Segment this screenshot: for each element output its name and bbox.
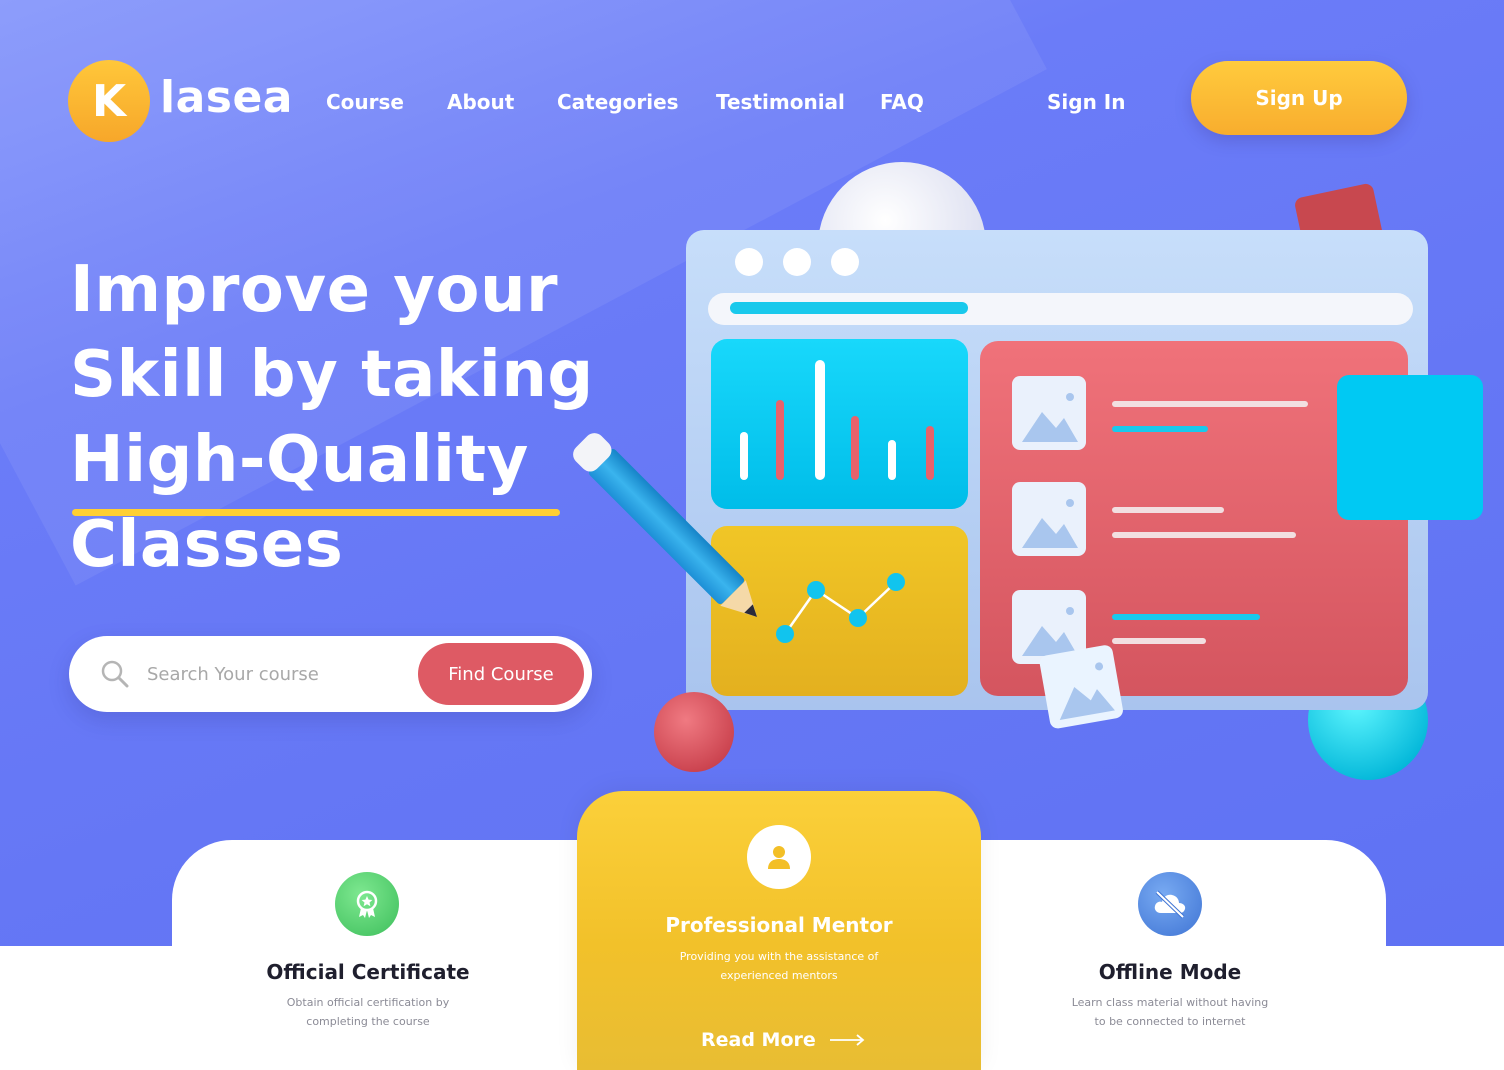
feature-desc-certificate-line-1: Obtain official certification by: [286, 996, 450, 1009]
headline-underline: [72, 509, 560, 516]
panel-bar-3: [815, 360, 825, 480]
window-dot-1: [735, 248, 763, 276]
feature-title-certificate: Official Certificate: [266, 960, 470, 984]
panel-line-point-3: [849, 609, 867, 627]
search-bar: Find Course: [69, 636, 592, 712]
nav-link-categories[interactable]: Categories: [557, 90, 679, 114]
list-line-1a: [1112, 401, 1308, 407]
window-dot-3: [831, 248, 859, 276]
feature-desc-offline-line-2: to be connected to internet: [1094, 1015, 1246, 1028]
headline-line-2: Skill by taking: [70, 338, 594, 412]
feature-desc-certificate-line-2: completing the course: [306, 1015, 430, 1028]
headline-line-3: High-Quality: [70, 423, 529, 497]
nav-link-faq[interactable]: FAQ: [880, 90, 924, 114]
search-input[interactable]: [147, 654, 407, 694]
headline-line-1: Improve your: [70, 253, 559, 327]
nav-link-about[interactable]: About: [447, 90, 514, 114]
list-line-2b: [1112, 532, 1296, 538]
feature-desc-mentor-line-1: Providing you with the assistance of: [679, 950, 879, 963]
user-glyph: [768, 846, 790, 869]
search-icon: [101, 660, 129, 688]
logo-wordmark[interactable]: lasea: [160, 72, 293, 123]
panel-bar-4: [851, 416, 859, 480]
feature-card-mentor[interactable]: Professional Mentor Providing you with t…: [577, 791, 981, 1070]
feature-desc-certificate: Obtain official certification by complet…: [198, 993, 538, 1031]
image-placeholder-2: [1012, 482, 1086, 556]
read-more-link[interactable]: Read More: [701, 1029, 866, 1051]
feature-title-mentor: Professional Mentor: [665, 913, 893, 937]
address-bar-fill: [730, 302, 968, 314]
read-more-label: Read More: [701, 1029, 816, 1051]
logo-mark[interactable]: K: [68, 60, 150, 142]
panel-line-point-1: [776, 625, 794, 643]
offline-cloud-icon: [1138, 872, 1202, 936]
panel-bar-6: [926, 426, 934, 480]
certificate-icon: [335, 872, 399, 936]
list-line-1b: [1112, 426, 1208, 432]
panel-line-point-4: [887, 573, 905, 591]
list-line-3b: [1112, 638, 1206, 644]
panel-bar-1: [740, 432, 748, 480]
panel-bar-2: [776, 400, 784, 480]
feature-desc-mentor-line-2: experienced mentors: [720, 969, 838, 982]
floating-cyan-square: [1337, 375, 1483, 520]
nav-link-course[interactable]: Course: [326, 90, 404, 114]
arrow-right-icon: [829, 1034, 865, 1046]
list-line-3a: [1112, 614, 1260, 620]
bar-chart-panel: [711, 339, 968, 509]
offline-cloud-glyph: [1154, 890, 1186, 919]
find-course-button[interactable]: Find Course: [418, 643, 584, 705]
feature-desc-offline-line-1: Learn class material without having: [1071, 996, 1269, 1009]
hero-headline: Improve your Skill by taking High-Qualit…: [70, 248, 630, 588]
window-dot-2: [783, 248, 811, 276]
sign-in-link[interactable]: Sign In: [1047, 90, 1125, 114]
feature-desc-mentor: Providing you with the assistance of exp…: [669, 947, 889, 985]
hero-illustration: [573, 162, 1483, 780]
feature-desc-offline: Learn class material without having to b…: [1000, 993, 1340, 1031]
sign-up-button[interactable]: Sign Up: [1191, 61, 1407, 135]
image-placeholder-1: [1012, 376, 1086, 450]
feature-title-offline: Offline Mode: [1098, 960, 1242, 984]
list-line-2a: [1112, 507, 1224, 513]
panel-bar-5: [888, 440, 896, 480]
decor-red-sphere: [654, 692, 734, 772]
panel-line-point-2: [807, 581, 825, 599]
certificate-badge-glyph: [356, 890, 378, 918]
nav-link-testimonial[interactable]: Testimonial: [716, 90, 845, 114]
floating-image-card: [1039, 645, 1123, 729]
user-icon: [747, 825, 811, 889]
